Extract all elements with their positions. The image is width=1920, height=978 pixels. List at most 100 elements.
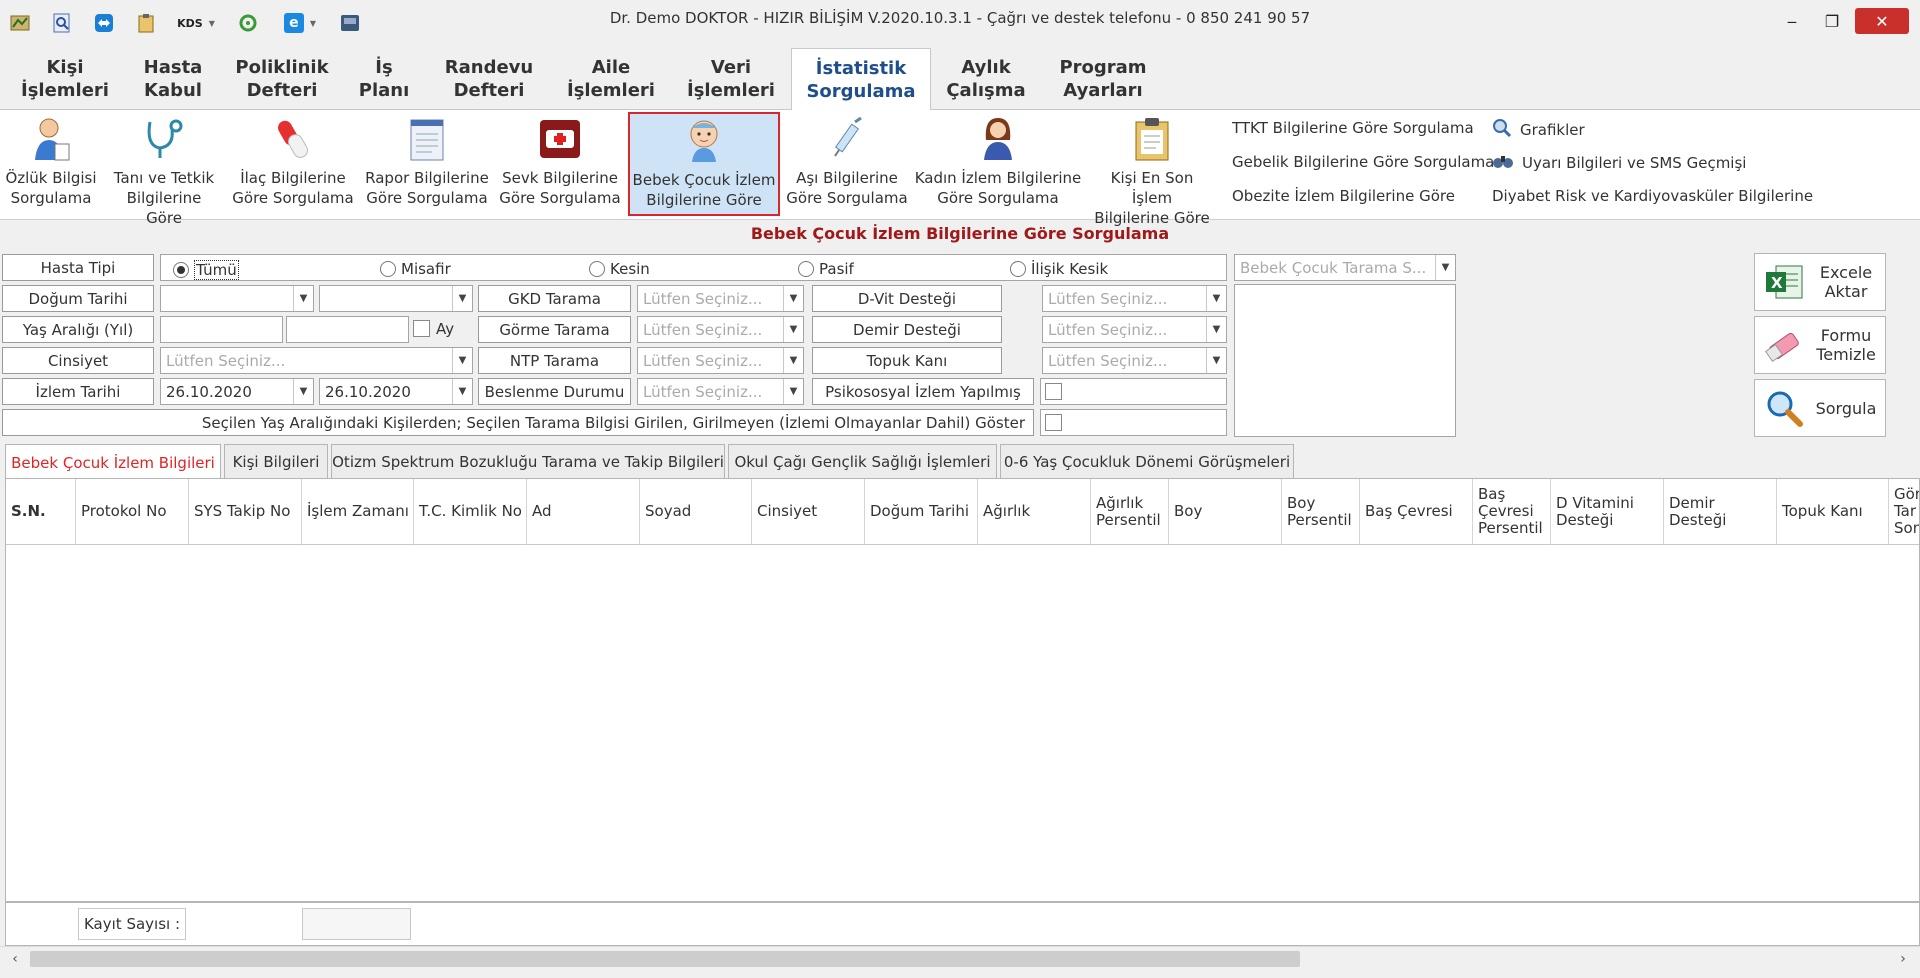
radio-pasif[interactable]: Pasif <box>798 260 854 278</box>
column-header[interactable]: Boy <box>1169 479 1282 545</box>
hasta-tipi-radio-group: Tümü Misafir Kesin Pasif İlişik Kesik <box>160 254 1227 281</box>
tab-kisi-bilgileri[interactable]: Kişi Bilgileri <box>224 444 328 479</box>
dogum-tarihi-start[interactable]: ▼ <box>160 285 314 312</box>
tarama-select[interactable]: Bebek Çocuk Tarama S... ▼ <box>1234 254 1456 281</box>
ay-checkbox[interactable] <box>413 320 430 337</box>
scroll-left-icon[interactable]: ‹ <box>2 949 28 969</box>
placeholder: Lütfen Seçiniz... <box>1048 289 1168 308</box>
grafikler-link[interactable]: Grafikler <box>1492 118 1585 142</box>
chevron-down-icon[interactable]: ▼ <box>452 286 472 311</box>
sevk-bilgileri-button[interactable]: Sevk Bilgilerine Göre Sorgulama <box>498 112 622 216</box>
ttkt-link[interactable]: TTKT Bilgilerine Göre Sorgulama <box>1232 119 1474 137</box>
menu-hasta-kabul[interactable]: Hasta Kabul <box>126 48 220 110</box>
yas-araligi-label: Yaş Aralığı (Yıl) <box>2 316 154 343</box>
gebelik-link[interactable]: Gebelik Bilgilerine Göre Sorgulama <box>1232 153 1494 171</box>
column-header[interactable]: Baş Çevresi Persentil <box>1473 479 1551 545</box>
column-header[interactable]: Ağırlık Persentil <box>1091 479 1169 545</box>
beslenme-durumu-select[interactable]: Lütfen Seçiniz... ▼ <box>637 378 804 405</box>
rapor-bilgileri-button[interactable]: Rapor Bilgilerine Göre Sorgulama <box>362 112 492 216</box>
radio-kesin[interactable]: Kesin <box>589 260 650 278</box>
izlem-tarihi-end[interactable]: 26.10.2020 ▼ <box>319 378 473 405</box>
scroll-thumb[interactable] <box>30 951 1300 967</box>
column-header[interactable]: Demir Desteği <box>1664 479 1777 545</box>
column-header[interactable]: İşlem Zamanı <box>302 479 414 545</box>
chevron-down-icon[interactable]: ▼ <box>1435 255 1455 280</box>
menu-kisi-islemleri[interactable]: Kişi İşlemleri <box>18 48 112 110</box>
radio-ilisik-kesik[interactable]: İlişik Kesik <box>1010 260 1108 278</box>
column-header[interactable]: S.N. <box>6 479 76 545</box>
column-header[interactable]: Gör Tar Son <box>1889 479 1919 545</box>
minimize-button[interactable]: ‒ <box>1774 8 1810 34</box>
chevron-down-icon[interactable]: ▼ <box>1206 317 1226 342</box>
tab-otizm[interactable]: Otizm Spektrum Bozukluğu Tarama ve Takip… <box>331 444 725 479</box>
diyabet-link[interactable]: Diyabet Risk ve Kardiyovasküler Bilgiler… <box>1492 187 1813 205</box>
column-header[interactable]: SYS Takip No <box>189 479 302 545</box>
scroll-right-icon[interactable]: › <box>1890 949 1916 969</box>
radio-tumu[interactable]: Tümü <box>173 260 239 280</box>
chevron-down-icon[interactable]: ▼ <box>293 379 313 404</box>
eraser-icon <box>1761 322 1807 368</box>
show-all-checkbox[interactable] <box>1045 414 1062 431</box>
ntp-tarama-select[interactable]: Lütfen Seçiniz... ▼ <box>637 347 804 374</box>
tarama-list[interactable] <box>1234 284 1456 437</box>
asi-bilgileri-button[interactable]: Aşı Bilgilerine Göre Sorgulama <box>786 112 908 216</box>
ilac-bilgileri-button[interactable]: İlaç Bilgilerine Göre Sorgulama <box>230 112 356 216</box>
izlem-tarihi-start[interactable]: 26.10.2020 ▼ <box>160 378 314 405</box>
tab-cocukluk-donemi[interactable]: 0-6 Yaş Çocukluk Dönemi Görüşmeleri <box>1000 444 1294 479</box>
ozluk-bilgisi-button[interactable]: Özlük Bilgisi Sorgulama <box>4 112 98 216</box>
tab-okul-cagi[interactable]: Okul Çağı Gençlik Sağlığı İşlemleri <box>728 444 997 479</box>
horizontal-scrollbar[interactable]: ‹ › <box>0 946 1920 970</box>
column-header[interactable]: Topuk Kanı <box>1777 479 1889 545</box>
chevron-down-icon[interactable]: ▼ <box>783 317 803 342</box>
menu-is-plani[interactable]: İş Planı <box>348 48 420 110</box>
chevron-down-icon[interactable]: ▼ <box>452 379 472 404</box>
cinsiyet-select[interactable]: Lütfen Seçiniz... ▼ <box>160 347 473 374</box>
chevron-down-icon[interactable]: ▼ <box>783 379 803 404</box>
tani-tetkik-button[interactable]: Tanı ve Tetkik Bilgilerine Göre <box>108 112 220 227</box>
chevron-down-icon[interactable]: ▼ <box>293 286 313 311</box>
menu-istatistik-sorgulama[interactable]: İstatistik Sorgulama <box>791 48 931 111</box>
bebek-cocuk-izlem-button[interactable]: Bebek Çocuk İzlem Bilgilerine Göre <box>628 112 780 216</box>
excel-export-button[interactable]: X Excele Aktar <box>1754 253 1886 311</box>
column-header[interactable]: Baş Çevresi <box>1360 479 1473 545</box>
chevron-down-icon[interactable]: ▼ <box>783 348 803 373</box>
yas-max-input[interactable] <box>286 316 409 343</box>
menu-aylik-calisma[interactable]: Aylık Çalışma <box>940 48 1032 110</box>
gorme-tarama-select[interactable]: Lütfen Seçiniz... ▼ <box>637 316 804 343</box>
obezite-link[interactable]: Obezite İzlem Bilgilerine Göre <box>1232 187 1455 205</box>
close-button[interactable]: ✕ <box>1855 8 1909 34</box>
column-header[interactable]: T.C. Kimlik No <box>414 479 527 545</box>
dvit-destegi-select[interactable]: Lütfen Seçiniz... ▼ <box>1042 285 1227 312</box>
column-header[interactable]: Ağırlık <box>978 479 1091 545</box>
clear-form-button[interactable]: Formu Temizle <box>1754 316 1886 374</box>
menu-veri-islemleri[interactable]: Veri İşlemleri <box>680 48 782 110</box>
restore-button[interactable]: ❐ <box>1814 8 1850 34</box>
psikososyal-checkbox[interactable] <box>1045 383 1062 400</box>
radio-misafir[interactable]: Misafir <box>380 260 451 278</box>
dogum-tarihi-end[interactable]: ▼ <box>319 285 473 312</box>
yas-min-input[interactable] <box>160 316 283 343</box>
uyari-sms-link[interactable]: Uyarı Bilgileri ve SMS Geçmişi <box>1492 152 1746 174</box>
column-header[interactable]: D Vitamini Desteği <box>1551 479 1664 545</box>
menu-aile-islemleri[interactable]: Aile İşlemleri <box>560 48 662 110</box>
menu-program-ayarlari[interactable]: Program Ayarları <box>1052 48 1154 110</box>
chevron-down-icon[interactable]: ▼ <box>783 286 803 311</box>
query-button[interactable]: Sorgula <box>1754 379 1886 437</box>
chevron-down-icon[interactable]: ▼ <box>452 348 472 373</box>
kisi-en-son-islem-button[interactable]: Kişi En Son İşlem Bilgilerine Göre <box>1090 112 1214 227</box>
column-header[interactable]: Boy Persentil <box>1282 479 1360 545</box>
topuk-kani-select[interactable]: Lütfen Seçiniz... ▼ <box>1042 347 1227 374</box>
tab-bebek-cocuk-izlem[interactable]: Bebek Çocuk İzlem Bilgileri <box>5 444 221 480</box>
chevron-down-icon[interactable]: ▼ <box>1206 286 1226 311</box>
column-header[interactable]: Cinsiyet <box>752 479 865 545</box>
menu-randevu-defteri[interactable]: Randevu Defteri <box>436 48 542 110</box>
column-header[interactable]: Doğum Tarihi <box>865 479 978 545</box>
column-header[interactable]: Protokol No <box>76 479 189 545</box>
demir-destegi-select[interactable]: Lütfen Seçiniz... ▼ <box>1042 316 1227 343</box>
column-header[interactable]: Ad <box>527 479 640 545</box>
gkd-tarama-select[interactable]: Lütfen Seçiniz... ▼ <box>637 285 804 312</box>
menu-poliklinik-defteri[interactable]: Poliklinik Defteri <box>228 48 336 110</box>
kadin-izlem-button[interactable]: Kadın İzlem Bilgilerine Göre Sorgulama <box>914 112 1082 216</box>
column-header[interactable]: Soyad <box>640 479 752 545</box>
chevron-down-icon[interactable]: ▼ <box>1206 348 1226 373</box>
